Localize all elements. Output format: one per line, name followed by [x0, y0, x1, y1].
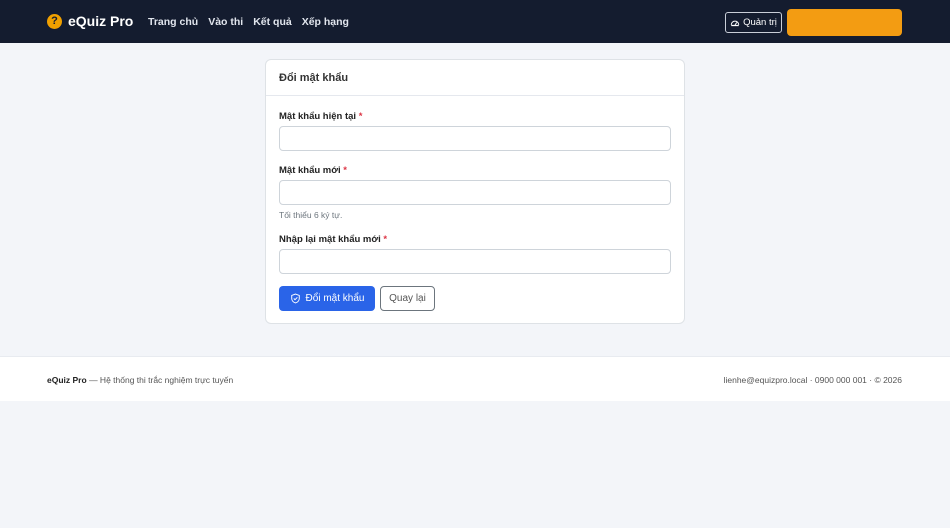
nav-take-exam[interactable]: Vào thi: [208, 16, 243, 28]
back-button[interactable]: Quay lại: [380, 286, 435, 311]
new-password-label-text: Mật khẩu mới: [279, 165, 341, 176]
shield-check-icon: [290, 293, 300, 304]
new-password-hint: Tối thiểu 6 ký tự.: [279, 210, 343, 220]
footer-brand-line: eQuiz Pro — Hệ thống thi trắc nghiệm trự…: [47, 375, 233, 385]
footer: eQuiz Pro — Hệ thống thi trắc nghiệm trự…: [0, 356, 950, 401]
change-password-label: Đổi mật khẩu: [305, 293, 365, 304]
required-mark: *: [343, 165, 347, 176]
nav-home[interactable]: Trang chủ: [148, 16, 198, 28]
footer-brand: eQuiz Pro: [47, 375, 87, 385]
required-mark: *: [383, 234, 388, 245]
current-password-input[interactable]: [279, 126, 671, 151]
admin-button[interactable]: Quản trị: [725, 12, 782, 33]
user-menu-button[interactable]: [787, 9, 902, 36]
confirm-password-label: Nhập lại mật khẩu mới *: [279, 234, 387, 245]
confirm-password-input[interactable]: [279, 249, 671, 274]
change-password-card: Đổi mật khẩu Mật khẩu hiện tại * Mật khẩ…: [265, 59, 685, 324]
footer-tagline: — Hệ thống thi trắc nghiệm trực tuyến: [89, 375, 234, 385]
dashboard-icon: [730, 20, 740, 26]
required-mark: *: [358, 111, 363, 122]
change-password-button[interactable]: Đổi mật khẩu: [279, 286, 375, 311]
footer-contact: lienhe@equizpro.local · 0900 000 001 · ©…: [723, 375, 902, 385]
brand-name: eQuiz Pro: [68, 13, 134, 29]
nav-leaderboard[interactable]: Xếp hạng: [302, 16, 349, 28]
top-navbar: ? eQuiz Pro Trang chủ Vào thi Kết quả Xế…: [0, 0, 950, 43]
new-password-label: Mật khẩu mới *: [279, 165, 347, 176]
admin-label: Quản trị: [743, 17, 777, 28]
brand-link[interactable]: ? eQuiz Pro: [47, 13, 133, 29]
main-nav: Trang chủ Vào thi Kết quả Xếp hạng: [148, 16, 349, 28]
nav-results[interactable]: Kết quả: [253, 16, 292, 28]
confirm-password-label-text: Nhập lại mật khẩu mới: [279, 234, 381, 245]
new-password-input[interactable]: [279, 180, 671, 205]
current-password-label: Mật khẩu hiện tại *: [279, 111, 362, 122]
current-password-label-text: Mật khẩu hiện tại: [279, 111, 357, 122]
question-circle-icon: ?: [47, 13, 62, 29]
card-title: Đổi mật khẩu: [266, 60, 684, 96]
